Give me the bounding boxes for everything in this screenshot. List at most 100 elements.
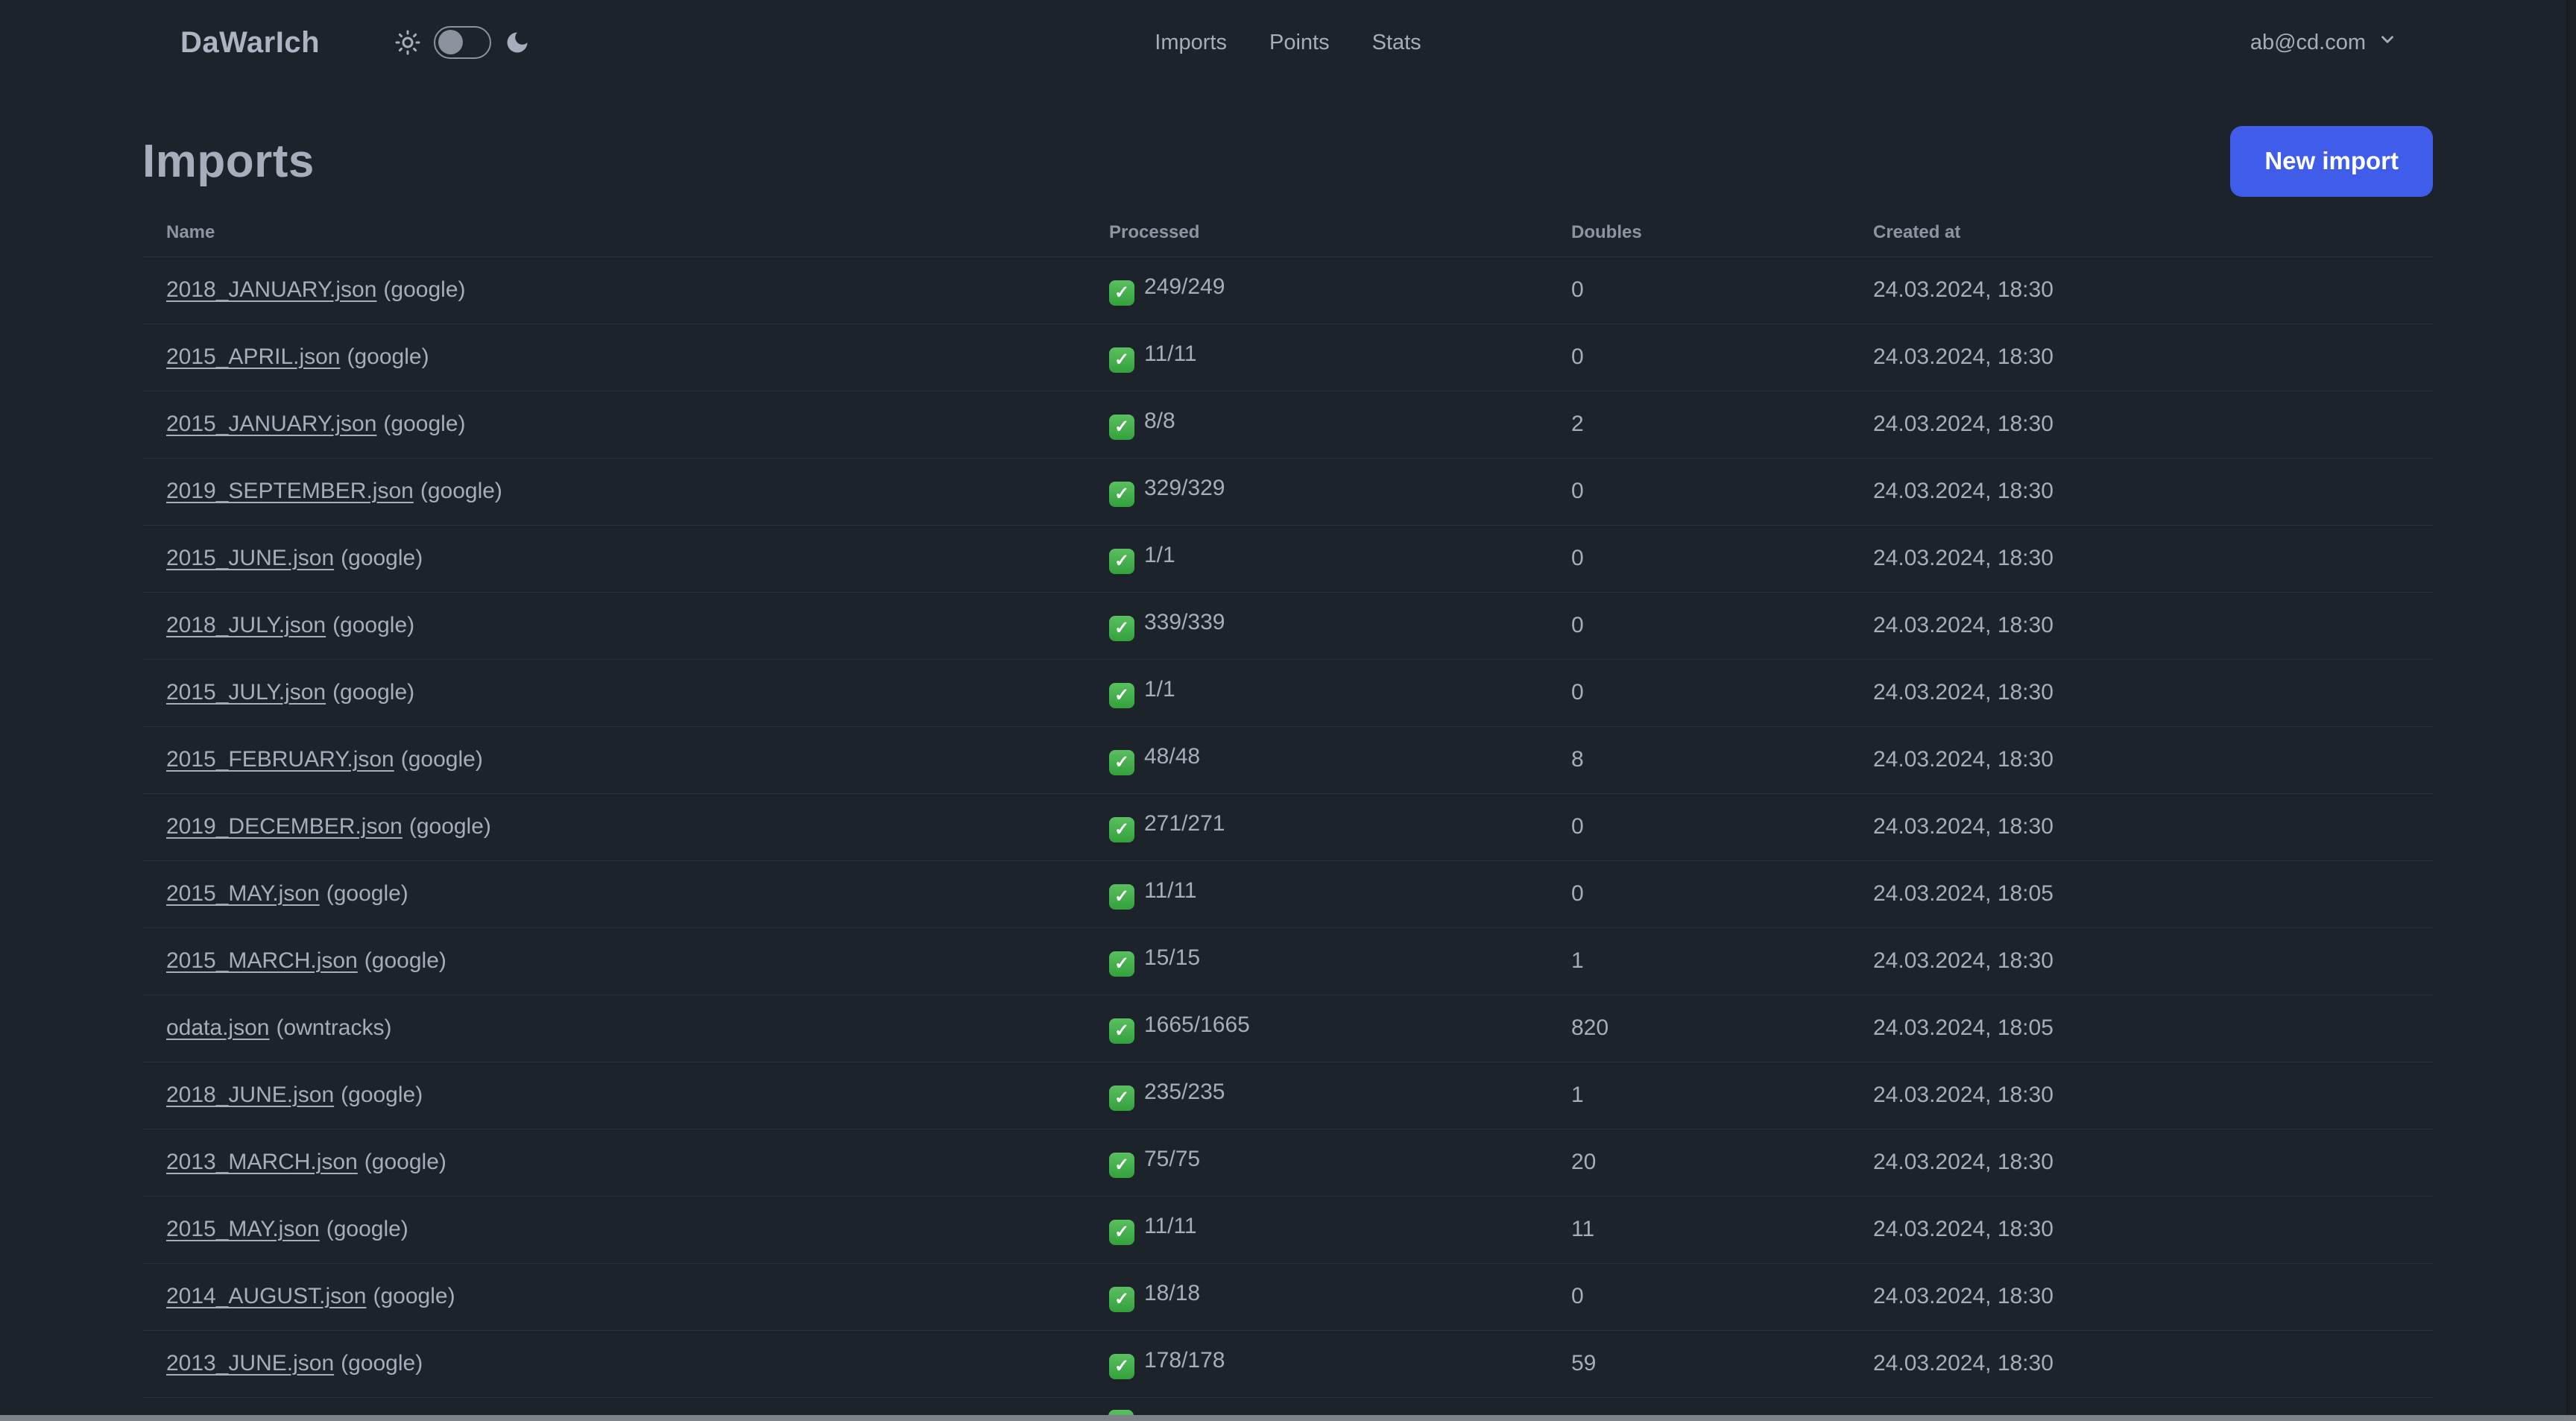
- import-source-label: (google): [364, 1150, 446, 1174]
- doubles-count: 0: [1547, 1263, 1849, 1331]
- import-file-link[interactable]: 2019_DECEMBER.json: [166, 814, 402, 839]
- table-row: 2015_MAY.json (google) ✓ 11/11 11 24.03.20…: [142, 1196, 2433, 1264]
- import-file-link[interactable]: 2018_JUNE.json: [166, 1083, 334, 1107]
- import-file-link[interactable]: 2014_AUGUST.json: [166, 1284, 366, 1308]
- doubles-count: 0: [1547, 592, 1849, 660]
- processed-count: 178/178: [1144, 1348, 1225, 1373]
- check-emoji-icon: ✓: [1109, 482, 1134, 507]
- import-source-label: (google): [341, 1351, 423, 1376]
- processed-count: 339/339: [1144, 610, 1225, 634]
- import-file-link[interactable]: 2015_MAY.json: [166, 881, 320, 906]
- import-source-label: (google): [332, 680, 415, 705]
- toggle-knob: [438, 30, 464, 54]
- created-at-value: 24.03.2024, 18:30: [1849, 1263, 2433, 1331]
- import-source-label: (google): [383, 277, 466, 302]
- created-at-value: 24.03.2024, 18:30: [1849, 1196, 2433, 1264]
- check-emoji-icon: ✓: [1109, 951, 1134, 977]
- column-header-name: Name: [142, 209, 1085, 257]
- imports-table: Name Processed Doubles Created at 2018_J…: [142, 209, 2433, 1398]
- doubles-count: 0: [1547, 458, 1849, 526]
- processed-count: 48/48: [1144, 744, 1201, 769]
- import-file-link[interactable]: 2015_JULY.json: [166, 680, 326, 705]
- import-file-link[interactable]: 2015_MARCH.json: [166, 948, 358, 973]
- created-at-value: 24.03.2024, 18:30: [1849, 726, 2433, 794]
- column-header-created-at: Created at: [1849, 209, 2433, 257]
- processed-count: 11/11: [1144, 878, 1197, 903]
- doubles-count: 59: [1547, 1330, 1849, 1398]
- table-row: 2015_JANUARY.json (google) ✓ 8/8 2 24.03.2…: [142, 391, 2433, 459]
- sun-icon: [394, 29, 421, 56]
- check-emoji-icon: ✓: [1109, 280, 1134, 306]
- import-file-link[interactable]: 2015_MAY.json: [166, 1217, 320, 1241]
- import-file-link[interactable]: 2018_JULY.json: [166, 613, 326, 637]
- created-at-value: 24.03.2024, 18:30: [1849, 391, 2433, 459]
- import-file-link[interactable]: 2018_JANUARY.json: [166, 277, 376, 302]
- user-email: ab@cd.com: [2250, 30, 2366, 54]
- import-file-link[interactable]: 2015_APRIL.json: [166, 344, 341, 369]
- created-at-value: 24.03.2024, 18:30: [1849, 793, 2433, 861]
- column-header-processed: Processed: [1085, 209, 1547, 257]
- nav-link-points[interactable]: Points: [1269, 31, 1330, 55]
- table-header-row: Name Processed Doubles Created at: [142, 209, 2433, 257]
- table-row: 2019_DECEMBER.json (google) ✓ 271/271 0 24…: [142, 793, 2433, 861]
- table-row: 2015_MARCH.json (google) ✓ 15/15 1 24.03.2…: [142, 927, 2433, 995]
- processed-count: 1/1: [1144, 677, 1175, 702]
- doubles-count: 0: [1547, 256, 1849, 324]
- import-source-label: (google): [326, 1217, 408, 1241]
- table-row: 2018_JANUARY.json (google) ✓ 249/249 0 24.…: [142, 256, 2433, 324]
- import-source-label: (google): [383, 412, 466, 436]
- created-at-value: 24.03.2024, 18:30: [1849, 458, 2433, 526]
- doubles-count: 0: [1547, 659, 1849, 727]
- import-source-label: (google): [341, 1083, 423, 1107]
- nav-link-imports[interactable]: Imports: [1155, 31, 1227, 55]
- doubles-count: 0: [1547, 793, 1849, 861]
- table-row: 2018_JULY.json (google) ✓ 339/339 0 24.03.…: [142, 592, 2433, 660]
- check-emoji-icon: ✓: [1109, 1018, 1134, 1044]
- new-import-button[interactable]: New import: [2230, 125, 2433, 197]
- import-file-link[interactable]: 2015_JANUARY.json: [166, 412, 376, 436]
- processed-count: 11/11: [1144, 1214, 1197, 1238]
- doubles-count: 820: [1547, 995, 1849, 1062]
- import-file-link[interactable]: odata.json: [166, 1015, 269, 1040]
- horizontal-scrollbar[interactable]: [0, 1415, 2576, 1421]
- import-file-link[interactable]: 2015_FEBRUARY.json: [166, 747, 394, 772]
- processed-count: 15/15: [1144, 945, 1201, 970]
- import-file-link[interactable]: 2019_SEPTEMBER.json: [166, 479, 414, 503]
- import-source-label: (google): [420, 479, 502, 503]
- import-file-link[interactable]: 2015_JUNE.json: [166, 546, 334, 570]
- theme-toggle-switch[interactable]: [434, 26, 492, 59]
- nav-link-stats[interactable]: Stats: [1372, 31, 1421, 55]
- processed-count: 1/1: [1144, 543, 1175, 567]
- import-source-label: (owntracks): [276, 1015, 392, 1040]
- import-source-label: (google): [332, 613, 415, 637]
- import-file-link[interactable]: 2013_JUNE.json: [166, 1351, 334, 1376]
- created-at-value: 24.03.2024, 18:05: [1849, 860, 2433, 928]
- import-source-label: (google): [326, 881, 408, 906]
- vertical-scrollbar[interactable]: [2566, 0, 2576, 1415]
- processed-count: 271/271: [1144, 811, 1225, 836]
- check-emoji-icon: ✓: [1109, 1086, 1134, 1111]
- doubles-count: 0: [1547, 525, 1849, 593]
- page-header: Imports New import: [142, 124, 2433, 198]
- doubles-count: 1: [1547, 927, 1849, 995]
- user-menu[interactable]: ab@cd.com: [2250, 30, 2397, 55]
- table-row: 2015_JULY.json (google) ✓ 1/1 0 24.03.2024…: [142, 659, 2433, 727]
- table-row: 2013_MARCH.json (google) ✓ 75/75 20 24.03.…: [142, 1129, 2433, 1197]
- doubles-count: 20: [1547, 1129, 1849, 1197]
- check-emoji-icon: ✓: [1109, 1287, 1134, 1312]
- table-row: 2019_SEPTEMBER.json (google) ✓ 329/329 0 2…: [142, 458, 2433, 526]
- processed-count: 8/8: [1144, 409, 1175, 433]
- processed-count: 18/18: [1144, 1281, 1201, 1305]
- check-emoji-icon: ✓: [1109, 616, 1134, 641]
- import-file-link[interactable]: 2013_MARCH.json: [166, 1150, 358, 1174]
- created-at-value: 24.03.2024, 18:30: [1849, 1129, 2433, 1197]
- doubles-count: 1: [1547, 1062, 1849, 1129]
- import-source-label: (google): [408, 814, 491, 839]
- table-row: 2015_APRIL.json (google) ✓ 11/11 0 24.03.2…: [142, 324, 2433, 391]
- moon-icon: [504, 29, 531, 56]
- app-logo[interactable]: DaWarIch: [180, 26, 320, 60]
- import-source-label: (google): [400, 747, 483, 772]
- created-at-value: 24.03.2024, 18:30: [1849, 1062, 2433, 1129]
- check-emoji-icon: ✓: [1109, 884, 1134, 910]
- doubles-count: 2: [1547, 391, 1849, 459]
